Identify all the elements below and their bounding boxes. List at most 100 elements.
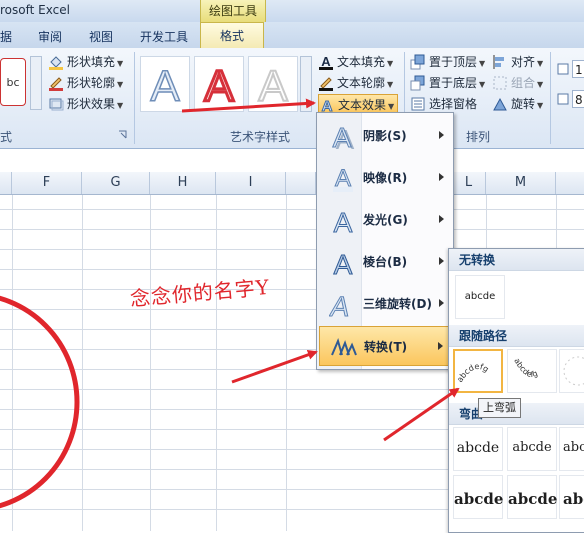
arch-up-option[interactable]: abcdefg [453,349,503,393]
shape-outline-button[interactable]: 形状轮廓 ▼ [48,73,123,93]
width-icon [557,93,569,105]
warp-option-4[interactable]: abcde [453,475,503,519]
warp-sample: abcde [454,490,504,508]
column-header-h[interactable]: H [150,172,216,194]
warp-option-2[interactable]: abcde [507,427,557,471]
text-fill-label: 文本填充 [337,55,386,69]
submenu-arrow-icon [439,299,444,307]
shape-effects-label: 形状效果 [67,97,116,111]
width-input[interactable]: 8 [572,90,584,108]
svg-text:A: A [333,122,352,152]
menu-item-reflection-label: 映像(R) [363,171,408,185]
shape-fill-button[interactable]: 形状填充 ▼ [48,52,123,72]
tab-data[interactable]: 据 [0,26,12,48]
title-bar: rosoft Excel 绘图工具 [0,0,584,22]
height-icon [557,63,569,75]
bring-to-front-button[interactable]: 置于顶层 ▼ [410,52,485,72]
text-effects-button[interactable]: A 文本效果 ▼ [318,94,399,114]
shape-style-scroll[interactable] [30,56,42,110]
menu-item-glow[interactable]: A 发光(G) [319,200,450,240]
rotate-icon [493,97,507,110]
arrange-group-label: 排列 [466,130,491,144]
transform-submenu: 无转换 abcde 跟随路径 abcdefg abcdefg 弯曲 abcde … [448,248,584,533]
align-button[interactable]: 对齐 ▼ [492,52,543,72]
svg-text:A: A [322,98,333,113]
arch-up-icon: abcdefg [455,362,490,384]
group-separator [550,52,551,144]
svg-text:abcdefg: abcdefg [455,362,490,384]
column-header-f[interactable]: F [12,172,82,194]
column-header-m[interactable]: M [486,172,556,194]
wordart-gallery-scroll[interactable] [300,56,312,112]
warp-option-5[interactable]: abcde [507,475,557,519]
submenu-arrow-icon [439,215,444,223]
tab-review[interactable]: 审阅 [38,26,62,48]
tooltip: 上弯弧 [478,398,521,418]
svg-text:A: A [329,290,352,320]
circle-option[interactable] [559,349,584,393]
shape-effects-button[interactable]: 形状效果 ▼ [48,94,123,114]
wordart-style-plain[interactable]: A [140,56,190,112]
paint-bucket-icon [49,55,63,70]
menu-item-transform[interactable]: 转换(T) [319,326,450,366]
shape-styles-group-label: 式 [0,130,13,144]
warp-sample: abcde [512,440,552,455]
text-effects-menu: AA 阴影(S) A 映像(R) A 发光(G) A 棱台(B) A 三维旋转(… [316,112,454,370]
text-effects-label: 文本效果 [338,98,387,112]
text-outline-icon [319,76,333,91]
arch-down-icon: abcdefg [512,357,539,379]
dialog-launcher-icon[interactable] [118,130,128,140]
selection-pane-icon [411,97,425,110]
column-header-g[interactable]: G [82,172,150,194]
wordart-transform-icon [331,338,357,356]
warp-sample: abcde [508,490,558,508]
column-header[interactable] [286,172,316,194]
wordart-style-white[interactable]: A [248,56,298,112]
menu-item-reflection[interactable]: A 映像(R) [319,158,450,198]
menu-item-shadow[interactable]: AA 阴影(S) [319,116,450,156]
svg-text:A: A [258,62,288,111]
text-outline-button[interactable]: 文本轮廓 ▼ [318,73,393,93]
warp-option-3[interactable]: abcde [559,427,584,471]
svg-text:A: A [150,62,180,111]
wordart-3d-rotation-icon: A [329,290,353,320]
shape-style-preview[interactable]: bc [0,58,26,106]
warp-sample: abcde [456,440,500,456]
menu-item-shadow-label: 阴影(S) [363,129,407,143]
text-fill-button[interactable]: A 文本填充 ▼ [318,52,393,72]
red-circle-shape[interactable] [0,290,90,531]
height-input[interactable]: 1 [572,60,584,78]
wordart-glow-icon: A [333,207,353,237]
column-header-l[interactable]: L [452,172,486,194]
contextual-tab-title: 绘图工具 [200,0,266,22]
tab-format[interactable]: 格式 [200,22,264,48]
tab-view[interactable]: 视图 [89,26,113,48]
menu-item-3d-rotation[interactable]: A 三维旋转(D) [319,284,450,324]
column-header[interactable] [0,172,12,194]
wordart-style-red[interactable]: A [194,56,244,112]
rotate-label: 旋转 [511,97,536,111]
no-transform-option[interactable]: abcde [455,275,505,319]
warp-option-1[interactable]: abcde [453,427,503,471]
warp-option-6[interactable]: abcde [559,475,584,519]
circle-path-icon [563,356,584,386]
group-button[interactable]: 组合 ▼ [492,73,543,93]
menu-item-bevel[interactable]: A 棱台(B) [319,242,450,282]
submenu-arrow-icon [438,342,443,350]
svg-text:A: A [334,249,353,278]
arch-down-option[interactable]: abcdefg [507,349,557,393]
menu-item-transform-label: 转换(T) [364,340,408,354]
rotate-button[interactable]: 旋转 ▼ [492,94,543,114]
column-header-i[interactable]: I [216,172,286,194]
selection-pane-button[interactable]: 选择窗格 [410,94,477,114]
shape-fill-label: 形状填充 [67,55,116,69]
no-transform-sample: abcde [464,291,496,302]
follow-path-header: 跟随路径 [449,325,584,347]
wordart-red-icon: A [203,61,236,112]
menu-item-bevel-label: 棱台(B) [363,255,408,269]
text-effects-icon: A [321,97,333,113]
tab-developer[interactable]: 开发工具 [140,26,188,48]
send-to-back-button[interactable]: 置于底层 ▼ [410,73,485,93]
menu-item-glow-label: 发光(G) [363,213,408,227]
shape-effects-icon [49,98,64,110]
